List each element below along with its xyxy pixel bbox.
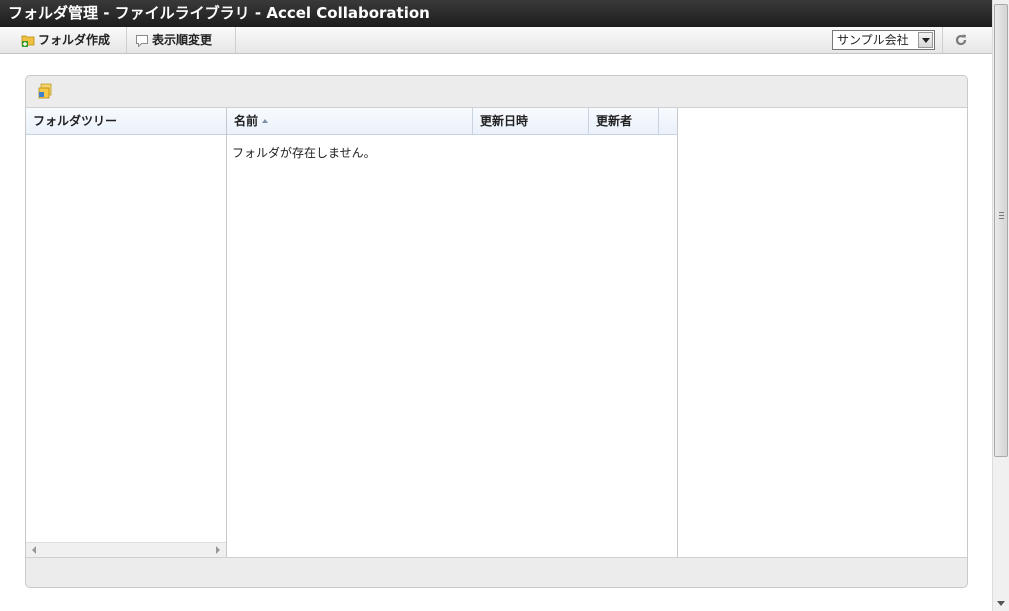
folder-tree-pane: フォルダツリー: [26, 108, 227, 557]
column-header-updated-by[interactable]: 更新者: [589, 108, 659, 135]
column-header-spacer: [659, 108, 677, 135]
create-folder-label: フォルダ作成: [38, 33, 111, 47]
folder-panel: フォルダツリー 名前 更新日時 更新者 フォルダが存在しません。: [25, 75, 968, 588]
panel-footer: [26, 558, 967, 587]
page-vertical-scrollbar[interactable]: [992, 0, 1009, 611]
scroll-left-icon[interactable]: [32, 546, 36, 554]
reorder-label: 表示順変更: [152, 33, 213, 47]
folder-add-icon: [21, 35, 35, 47]
scrollbar-thumb[interactable]: [994, 4, 1008, 457]
column-header-updated-at[interactable]: 更新日時: [473, 108, 589, 135]
reorder-button[interactable]: 表示順変更: [128, 27, 236, 53]
scroll-right-icon[interactable]: [216, 546, 220, 554]
create-folder-button[interactable]: フォルダ作成: [14, 27, 127, 53]
folder-properties-icon[interactable]: [38, 83, 53, 99]
tree-horizontal-scrollbar[interactable]: [26, 542, 226, 557]
window-title: フォルダ管理 - ファイルライブラリ - Accel Collaboration: [0, 0, 992, 27]
empty-list-message: フォルダが存在しません。: [232, 146, 376, 160]
panel-body: フォルダツリー 名前 更新日時 更新者 フォルダが存在しません。: [26, 107, 967, 558]
column-header-name[interactable]: 名前: [227, 108, 473, 135]
toolbar: フォルダ作成 表示順変更 サンプル会社: [0, 27, 992, 54]
company-select[interactable]: サンプル会社: [832, 30, 935, 50]
folder-tree-header: フォルダツリー: [26, 108, 226, 135]
refresh-icon: [955, 34, 966, 46]
folder-list-pane: 名前 更新日時 更新者 フォルダが存在しません。: [227, 108, 678, 557]
reorder-icon: [136, 35, 148, 47]
column-name-label: 名前: [234, 114, 259, 128]
chevron-down-icon[interactable]: [918, 32, 933, 48]
grip-icon: [999, 212, 1004, 219]
company-select-value: サンプル会社: [837, 33, 909, 47]
detail-pane: [678, 108, 967, 557]
panel-header: [26, 76, 967, 107]
scroll-down-icon[interactable]: [997, 601, 1005, 606]
refresh-button[interactable]: [942, 27, 978, 53]
sort-ascending-icon: [262, 119, 269, 123]
